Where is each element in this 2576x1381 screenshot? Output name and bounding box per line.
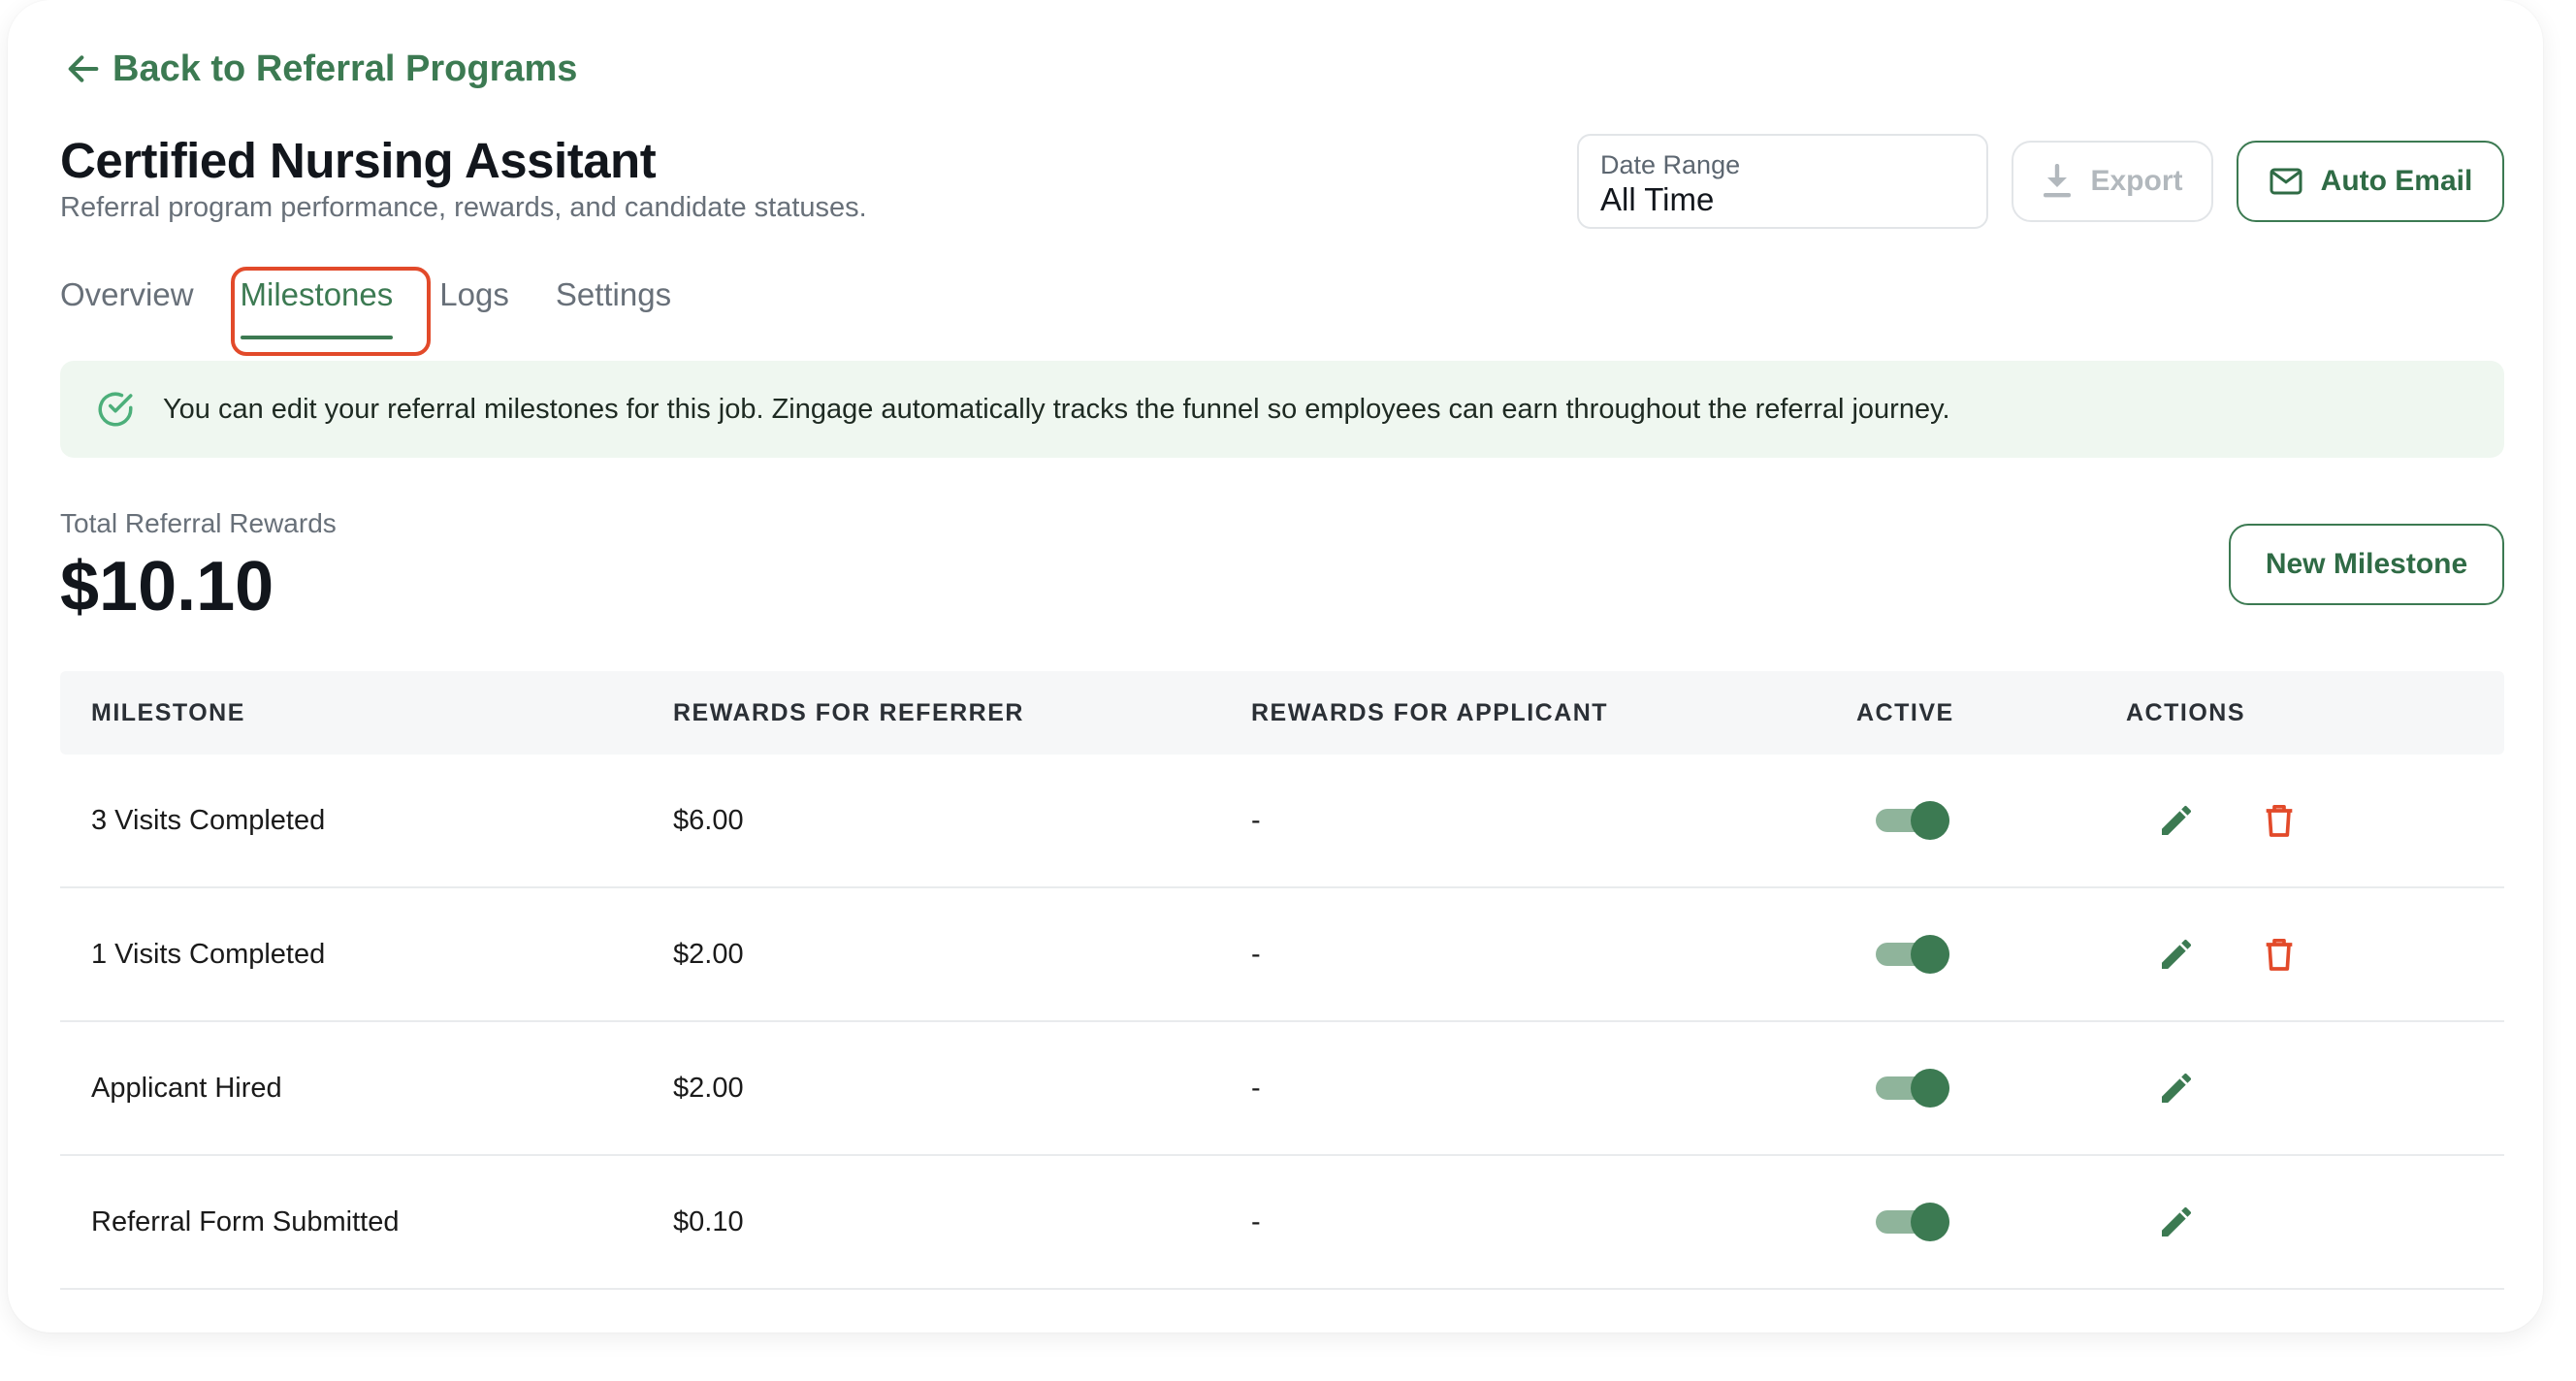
auto-email-label: Auto Email	[2320, 165, 2473, 197]
milestone-name: 3 Visits Completed	[91, 805, 326, 836]
active-toggle[interactable]	[1876, 934, 1949, 975]
info-banner-text: You can edit your referral milestones fo…	[163, 393, 1950, 425]
table-row: 3 Visits Completed $6.00 -	[60, 755, 2504, 888]
column-header-actions: ACTIONS	[2126, 699, 2245, 726]
page-subtitle: Referral program performance, rewards, a…	[60, 192, 867, 223]
download-icon	[2044, 164, 2072, 198]
back-link-label: Back to Referral Programs	[113, 48, 578, 89]
table-row: Referral Form Submitted $0.10 -	[60, 1156, 2504, 1290]
edit-milestone-button[interactable]	[2157, 935, 2196, 974]
applicant-reward: -	[1251, 805, 1261, 836]
column-header-milestone: MILESTONE	[91, 699, 245, 726]
column-header-active: ACTIVE	[1856, 699, 1954, 726]
tab-bar: Overview Milestones Logs Settings	[60, 272, 671, 349]
total-rewards-label: Total Referral Rewards	[60, 508, 337, 538]
pencil-icon	[2162, 805, 2192, 835]
edit-milestone-button[interactable]	[2157, 1203, 2196, 1241]
date-range-value: All Time	[1600, 181, 1715, 217]
delete-milestone-button[interactable]	[2260, 801, 2299, 840]
edit-milestone-button[interactable]	[2157, 801, 2196, 840]
column-header-applicant-rewards: REWARDS FOR APPLICANT	[1251, 699, 1609, 726]
active-toggle[interactable]	[1876, 1202, 1949, 1242]
milestone-name: 1 Visits Completed	[91, 939, 326, 970]
toggle-knob	[1911, 801, 1949, 840]
toggle-knob	[1911, 1069, 1949, 1108]
export-label: Export	[2090, 165, 2183, 197]
page-card: Back to Referral Programs Certified Nurs…	[8, 0, 2543, 1333]
tab-overview[interactable]: Overview	[60, 272, 194, 318]
toggle-knob	[1911, 935, 1949, 974]
pencil-icon	[2162, 1073, 2192, 1103]
total-rewards-value: $10.10	[60, 548, 274, 626]
export-button[interactable]: Export	[2012, 141, 2213, 222]
edit-milestone-button[interactable]	[2157, 1069, 2196, 1108]
trash-icon	[2266, 939, 2293, 971]
auto-email-button[interactable]: Auto Email	[2237, 141, 2504, 222]
table-row: Applicant Hired $2.00 -	[60, 1022, 2504, 1156]
tab-milestones[interactable]: Milestones	[240, 272, 393, 339]
page-title: Certified Nursing Assitant	[60, 133, 657, 188]
pencil-icon	[2162, 939, 2192, 969]
new-milestone-label: New Milestone	[2265, 548, 2468, 580]
active-toggle[interactable]	[1876, 1068, 1949, 1108]
trash-icon	[2266, 805, 2293, 837]
arrow-left-icon	[68, 55, 99, 82]
column-header-referrer-rewards: REWARDS FOR REFERRER	[673, 699, 1024, 726]
tab-logs[interactable]: Logs	[439, 272, 509, 318]
date-range-select[interactable]: Date Range All Time	[1577, 134, 1988, 229]
milestone-name: Applicant Hired	[91, 1073, 282, 1104]
mail-icon	[2270, 168, 2302, 195]
date-range-label: Date Range	[1600, 150, 1741, 179]
active-toggle[interactable]	[1876, 800, 1949, 841]
table-row: 1 Visits Completed $2.00 -	[60, 888, 2504, 1022]
applicant-reward: -	[1251, 1206, 1261, 1237]
milestone-name: Referral Form Submitted	[91, 1206, 400, 1237]
new-milestone-button[interactable]: New Milestone	[2229, 524, 2504, 605]
pencil-icon	[2162, 1206, 2192, 1236]
referrer-reward: $6.00	[673, 805, 744, 836]
info-banner: You can edit your referral milestones fo…	[60, 361, 2504, 458]
back-to-referral-programs-link[interactable]: Back to Referral Programs	[64, 43, 577, 95]
table-header: MILESTONE REWARDS FOR REFERRER REWARDS F…	[60, 671, 2504, 755]
delete-milestone-button[interactable]	[2260, 935, 2299, 974]
referrer-reward: $2.00	[673, 939, 744, 970]
toggle-knob	[1911, 1203, 1949, 1241]
check-circle-icon	[98, 392, 133, 427]
applicant-reward: -	[1251, 1073, 1261, 1104]
referrer-reward: $0.10	[673, 1206, 744, 1237]
tab-settings[interactable]: Settings	[556, 272, 671, 318]
referrer-reward: $2.00	[673, 1073, 744, 1104]
applicant-reward: -	[1251, 939, 1261, 970]
